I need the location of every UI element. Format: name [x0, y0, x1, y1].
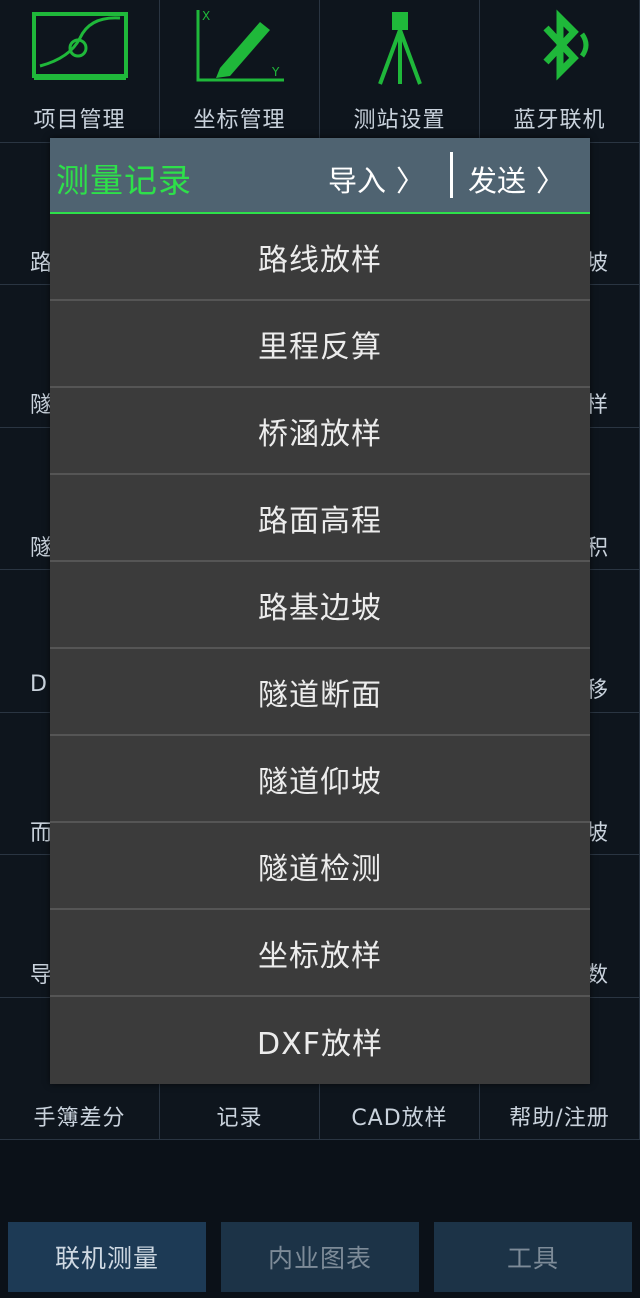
svg-text:X: X [202, 9, 210, 23]
grid-item-label: 项目管理 [33, 108, 126, 133]
import-label: 导入 [328, 164, 387, 198]
grid-item-label: 记录 [216, 1105, 263, 1131]
tab-office-charts[interactable]: 内业图表 [221, 1222, 419, 1292]
grid-item-bluetooth[interactable]: 蓝牙联机 [480, 0, 640, 143]
list-item-tunnel-upslope[interactable]: 隧道仰坡 [50, 736, 590, 823]
bluetooth-icon [543, 9, 589, 81]
import-button[interactable]: 导入〉 [328, 158, 425, 200]
grid-item-station-setup[interactable]: 测站设置 [320, 0, 480, 143]
grid-item-label: CAD放样 [351, 1105, 448, 1131]
project-chart-icon [32, 12, 128, 80]
grid-item-label: 蓝牙联机 [513, 108, 606, 133]
grid-item-label: 帮助/注册 [509, 1105, 610, 1131]
list-item-tunnel-inspect[interactable]: 隧道检测 [50, 823, 590, 910]
grid-item-label: 坐标管理 [193, 108, 286, 133]
record-type-list: 路线放样 里程反算 桥涵放样 路面高程 路基边坡 隧道断面 隧道仰坡 隧道检测 … [50, 214, 590, 1084]
list-item-bridge-culvert[interactable]: 桥涵放样 [50, 388, 590, 475]
list-item-tunnel-section[interactable]: 隧道断面 [50, 649, 590, 736]
header-divider [450, 152, 453, 198]
dialog-title: 测量记录 [56, 161, 192, 200]
list-item-coord-stakeout[interactable]: 坐标放样 [50, 910, 590, 997]
grid-item-label: 手簿差分 [33, 1105, 126, 1131]
dialog-header: 测量记录 导入〉 发送〉 [50, 138, 590, 214]
grid-item-project-manage[interactable]: 项目管理 [0, 0, 160, 143]
measurement-record-dialog: 测量记录 导入〉 发送〉 路线放样 里程反算 桥涵放样 路面高程 路基边坡 隧道… [50, 138, 590, 1084]
send-label: 发送 [468, 164, 527, 198]
chevron-right-icon: 〉 [536, 164, 566, 198]
grid-item-label: D [30, 672, 48, 697]
coordinate-pencil-icon: X Y [196, 9, 284, 82]
svg-text:Y: Y [271, 65, 280, 79]
list-item-road-elevation[interactable]: 路面高程 [50, 475, 590, 562]
grid-item-label: 测站设置 [353, 108, 446, 133]
tripod-icon [378, 12, 422, 85]
bottom-tab-bar: 联机测量 内业图表 工具 [0, 1222, 640, 1292]
chevron-right-icon: 〉 [396, 164, 426, 198]
list-item-dxf-stakeout[interactable]: DXF放样 [50, 997, 590, 1084]
list-item-route-stakeout[interactable]: 路线放样 [50, 214, 590, 301]
list-item-mileage-inverse[interactable]: 里程反算 [50, 301, 590, 388]
tab-tools[interactable]: 工具 [434, 1222, 632, 1292]
list-item-subgrade-slope[interactable]: 路基边坡 [50, 562, 590, 649]
grid-item-coord-manage[interactable]: X Y 坐标管理 [160, 0, 320, 143]
send-button[interactable]: 发送〉 [468, 158, 565, 200]
tab-online-measure[interactable]: 联机测量 [8, 1222, 206, 1292]
